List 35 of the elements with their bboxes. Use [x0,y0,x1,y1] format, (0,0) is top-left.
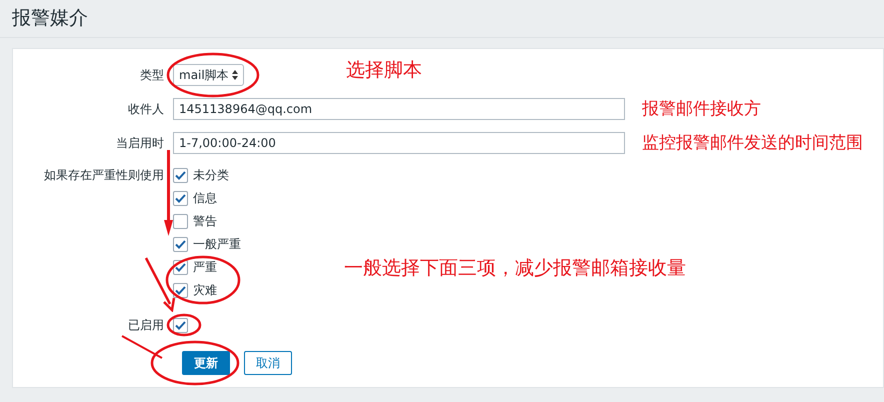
checkbox-label: 严重 [193,259,217,276]
checkbox-label: 警告 [193,213,217,230]
checkbox[interactable] [173,214,188,228]
type-select[interactable]: mail脚本 [173,64,244,86]
field-label: 如果存在严重性则使用 [44,167,164,184]
checkbox[interactable] [173,236,188,252]
checkbox-label: 信息 [193,190,217,207]
field-label: 收件人 [128,101,164,118]
checkmark-icon [175,170,186,180]
annotation-text: 选择脚本 [346,58,422,83]
checkmark-icon [175,320,186,330]
field-label: 当启用时 [116,135,164,152]
cancel-button[interactable]: 取消 [244,351,292,375]
field-label: 已启用 [128,317,164,334]
checkbox[interactable] [173,168,188,182]
highlight-ellipse [166,313,202,337]
annotation-text: 一般选择下面三项，减少报警邮箱接收量 [344,256,686,281]
update-button[interactable]: 更新 [182,351,230,375]
field-label: 类型 [140,67,164,84]
checkmark-icon [175,262,186,272]
recipient-field[interactable]: 1451138964@qq.com [173,98,625,120]
annotation-text: 监控报警邮件发送的时间范围 [642,132,863,155]
checkmark-icon [175,286,186,294]
checkbox[interactable] [173,282,188,298]
sort-caret-icon [232,70,238,80]
checkmark-icon [175,240,186,248]
checkbox-label: 未分类 [193,167,229,184]
active-time-field[interactable]: 1-7,00:00-24:00 [173,132,625,154]
checkbox-label: 一般严重 [193,236,241,253]
checkbox-label: 灾难 [193,282,217,299]
annotation-text: 报警邮件接收方 [642,98,761,121]
checkmark-icon [175,194,186,202]
checkbox[interactable] [173,318,188,332]
page-title: 报警媒介 [12,6,88,32]
checkbox[interactable] [173,190,188,206]
